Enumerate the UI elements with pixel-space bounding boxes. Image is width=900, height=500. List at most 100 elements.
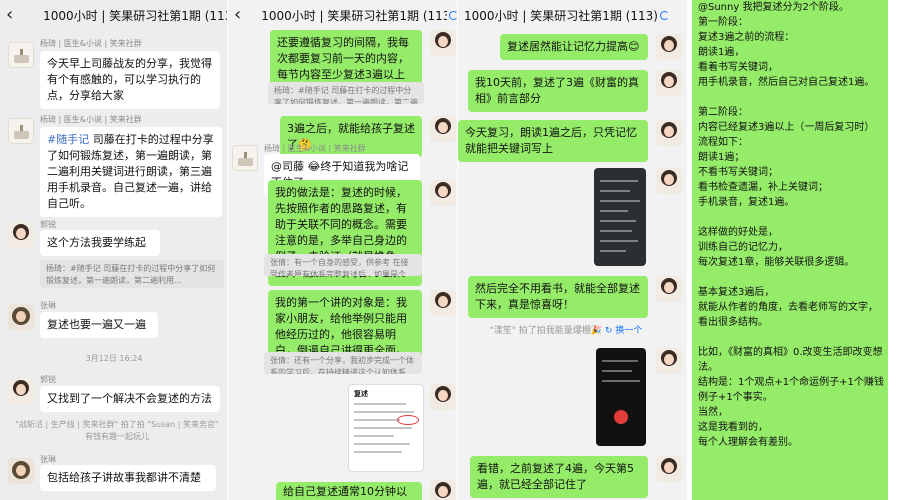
message-bubble-self[interactable]: 还要遵循复习的间隔，我每次都要复习前一天的内容，每节内容至少复述3遍以上 <box>270 30 422 88</box>
avatar-self[interactable] <box>656 120 682 146</box>
avatar-self[interactable] <box>430 480 456 500</box>
avatar[interactable] <box>8 458 34 484</box>
quoted-message[interactable]: 杨琦：#随手记 司藤在打卡的过程中分享了如何锻炼复述，第一遍朗读，第二遍利用..… <box>268 82 424 104</box>
doc-title: 复述 <box>354 390 368 398</box>
text-line <box>354 435 394 437</box>
swap-link[interactable]: ↻ 换一个 <box>605 326 642 336</box>
back-arrow-icon[interactable]: ‹ <box>228 0 247 30</box>
text-line <box>600 220 636 222</box>
note-line: 就能从作者的角度，去看老师写的文字， <box>698 302 878 313</box>
chat-header: ‹ 1000小时 | 笑果研习社第1期 (113) <box>0 0 228 30</box>
swap-label: 换一个 <box>615 326 643 336</box>
message-bubble[interactable]: 今天早上司藤战友的分享，我觉得有个有感触的，可以学习执行的点，分享给大家 <box>40 51 220 109</box>
note-line <box>698 270 884 285</box>
note-line: 当然， <box>698 407 728 418</box>
avatar-self[interactable] <box>656 276 682 302</box>
quoted-message[interactable]: 张倩：还有一个分享，我初步完成一个体系的学习后，在持续精进这个认知体系的... <box>264 352 422 374</box>
mute-moon-icon <box>659 10 669 20</box>
image-message[interactable] <box>596 348 646 446</box>
note-line: @Sunny 我把复述分为2个阶段。 <box>698 2 849 13</box>
message-bubble[interactable]: 包括给孩子讲故事我都讲不清楚 <box>40 465 216 491</box>
text-line <box>354 443 410 445</box>
text-line <box>600 180 638 182</box>
avatar[interactable] <box>8 118 34 144</box>
note-line: 比如，《财富的真相》0.改变生活即改变想法。 <box>698 347 883 373</box>
avatar-self[interactable] <box>656 348 682 374</box>
note-line: 看着书写关键词， <box>698 62 778 73</box>
hashtag[interactable]: #随手记 <box>47 133 89 146</box>
sender-name: 郭锐 <box>40 220 56 229</box>
text-line <box>600 240 638 242</box>
pat-notice: "漾笙" 拍了拍我能量爆棚🎉 ↻ 换一个 <box>466 325 666 337</box>
note-line: 内容已经复述3遍以上（一周后复习时）流程如下： <box>698 122 875 148</box>
avatar[interactable] <box>8 378 34 404</box>
note-line: 这样做的好处是， <box>698 227 778 238</box>
note-line: 第一阶段： <box>698 17 748 28</box>
message-item <box>8 42 34 68</box>
chat-panel-2: ‹ 1000小时 | 笑果研习社第1期 (113) 还要遵循复习的间隔，我每次都… <box>228 0 458 500</box>
note-line: 每次复述1章，能够关联很多逻辑。 <box>698 257 855 268</box>
avatar-self[interactable] <box>430 290 456 316</box>
panel-edge <box>888 0 900 500</box>
note-line <box>698 210 884 225</box>
message-bubble[interactable]: 又找到了一个解决不会复述的方法 <box>40 386 220 412</box>
avatar-self[interactable] <box>430 30 456 56</box>
text-line <box>600 210 628 212</box>
message-item <box>8 222 34 248</box>
message-bubble-self[interactable]: 然后完全不用看书，就能全部复述下来，真是惊喜呀！ <box>468 276 648 318</box>
quoted-message[interactable]: 杨琦：#随手记 司藤在打卡的过程中分享了如何锻炼复述，第一遍朗读，第二遍利用..… <box>40 260 224 288</box>
avatar-self[interactable] <box>656 34 682 60</box>
message-item <box>8 304 34 330</box>
chat-header: 1000小时 | 笑果研习社第1期 (113) <box>458 0 688 30</box>
note-line: 不看书写关键词； <box>698 167 778 178</box>
note-line: 看出很多结构。 <box>698 317 768 328</box>
note-line: 朗读1遍； <box>698 152 745 163</box>
avatar-self[interactable] <box>430 384 456 410</box>
text-line <box>354 403 406 405</box>
chat-title: 1000小时 | 笑果研习社第1期 (113) <box>43 8 228 23</box>
message-bubble[interactable]: 这个方法我要学练起 <box>40 230 160 256</box>
avatar[interactable] <box>8 304 34 330</box>
sender-name: 杨琦 | 医生&小说 | 笑来社群 <box>264 144 366 153</box>
chat-panel-3: 1000小时 | 笑果研习社第1期 (113) 复述居然能让记忆力提高😊 我10… <box>458 0 688 500</box>
note-panel: @Sunny 我把复述分为2个阶段。 第一阶段： 复述3遍之前的流程： 朗读1遍， 看… <box>688 0 900 500</box>
text-line <box>600 200 640 202</box>
avatar-self[interactable] <box>656 168 682 194</box>
image-message[interactable] <box>594 168 646 266</box>
image-message[interactable]: 复述 <box>348 384 424 472</box>
message-bubble-self[interactable]: 给自己复述通常10分钟以内完成 <box>276 482 422 500</box>
note-line: 看书检查遗漏，补上关键词； <box>698 182 828 193</box>
avatar[interactable] <box>8 42 34 68</box>
message-bubble-self[interactable]: 今天复习，朗读1遍之后，只凭记忆就能把关键词写上 <box>458 120 648 162</box>
long-message-text: @Sunny 我把复述分为2个阶段。 第一阶段： 复述3遍之前的流程： 朗读1遍， 看… <box>698 0 884 450</box>
message-bubble[interactable]: 复述也要一遍又一遍 <box>40 312 158 338</box>
note-line: 第二阶段： <box>698 107 748 118</box>
quoted-message[interactable]: 张倩：有一个自身的感受，供参考 在接受作者原有体系完整复述后，如果是个尚... <box>264 254 422 276</box>
note-line: 结构是：1个观点+1个命运例子+1个赚钱例子+1个事实。 <box>698 377 884 403</box>
note-line: 训练自己的记忆力， <box>698 242 788 253</box>
sender-name: 张琳 <box>40 455 56 464</box>
sender-name: 张琳 <box>40 301 56 310</box>
message-bubble-self[interactable]: 我10天前，复述了3遍《财富的真相》前言部分 <box>468 70 648 112</box>
long-message-bubble-self[interactable]: @Sunny 我把复述分为2个阶段。 第一阶段： 复述3遍之前的流程： 朗读1遍， 看… <box>692 0 888 500</box>
text-line <box>354 451 402 453</box>
avatar-self[interactable] <box>656 70 682 96</box>
note-line: 复述3遍之前的流程： <box>698 32 795 43</box>
text-line <box>354 427 412 429</box>
sender-name: 杨琦 | 医生&小说 | 笑来社群 <box>40 39 142 48</box>
avatar-self[interactable] <box>430 180 456 206</box>
pat-text: "漾笙" 拍了拍我能量爆棚🎉 <box>489 326 603 336</box>
message-item <box>8 378 34 404</box>
avatar-self[interactable] <box>656 456 682 482</box>
text-line <box>602 370 632 372</box>
chat-header: ‹ 1000小时 | 笑果研习社第1期 (113) <box>228 0 458 30</box>
avatar-self[interactable] <box>430 116 456 142</box>
message-bubble[interactable]: #随手记 司藤在打卡的过程中分享了如何锻炼复述，第一遍朗读，第二遍利用关键词进行… <box>40 127 222 217</box>
text-line <box>602 360 638 362</box>
avatar[interactable] <box>8 222 34 248</box>
message-bubble-self[interactable]: 复述居然能让记忆力提高😊 <box>500 34 648 60</box>
back-arrow-icon[interactable]: ‹ <box>0 0 19 30</box>
note-line: 手机录音，复述1遍。 <box>698 197 795 208</box>
message-bubble-self[interactable]: 看错，之前复述了4遍，今天第5遍，就已经全部记住了 <box>470 456 648 498</box>
avatar[interactable] <box>232 145 258 171</box>
